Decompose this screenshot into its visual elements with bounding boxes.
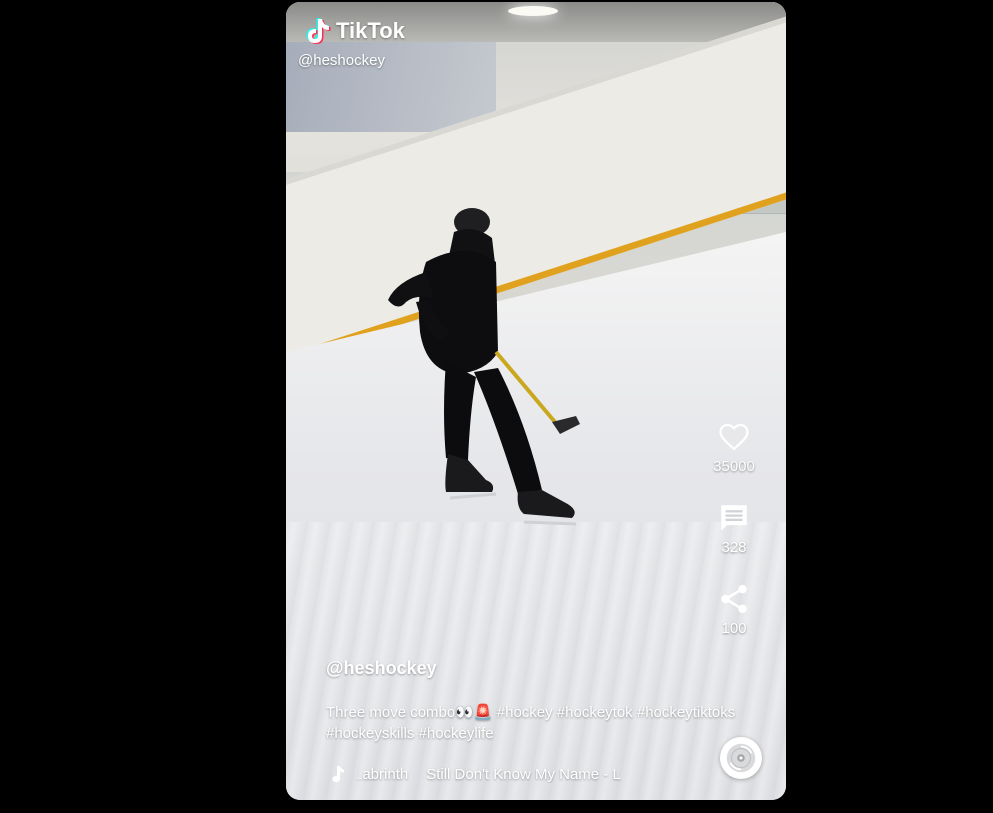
music-note-icon [332, 766, 344, 782]
music-track[interactable]: Labrinth Still Don't Know My Name - L [328, 764, 644, 784]
music-artist: Labrinth [354, 765, 409, 783]
comment-button[interactable]: 328 [717, 501, 751, 556]
tiktok-logo-icon [306, 18, 331, 44]
author-username[interactable]: @heshockey [326, 658, 437, 679]
skater-figure [388, 208, 580, 526]
brand-name: TikTok [336, 18, 405, 43]
video-player[interactable]: TikTok @heshockey 35000 328 100 @heshock… [286, 2, 786, 800]
caption-text: Three move combo [326, 704, 456, 721]
music-title-marquee: Labrinth Still Don't Know My Name - L [354, 766, 644, 783]
watermark-handle: @heshockey [298, 52, 385, 69]
heart-icon [719, 423, 749, 451]
comment-count: 328 [721, 539, 747, 556]
share-icon [721, 584, 747, 614]
caption-hashtags[interactable]: #hockeyskills #hockeylife [326, 725, 494, 742]
tiktok-brand: TikTok [302, 16, 405, 46]
action-bar: 35000 328 100 [700, 420, 768, 663]
comment-icon [721, 505, 747, 531]
disc-icon [726, 743, 756, 773]
video-frame [286, 2, 786, 800]
like-button[interactable]: 35000 [713, 420, 755, 475]
caption-emoji: 👀🚨 [455, 704, 493, 721]
like-count: 35000 [713, 458, 755, 475]
post-caption: Three move combo👀🚨 #hockey #hockeytok #h… [326, 702, 776, 744]
share-count: 100 [721, 620, 747, 637]
music-disc-button[interactable] [720, 737, 762, 779]
share-button[interactable]: 100 [717, 582, 751, 637]
music-title: Still Don't Know My Name - L [426, 765, 621, 783]
caption-hashtags[interactable]: #hockey #hockeytok #hockeytiktoks [497, 704, 735, 721]
